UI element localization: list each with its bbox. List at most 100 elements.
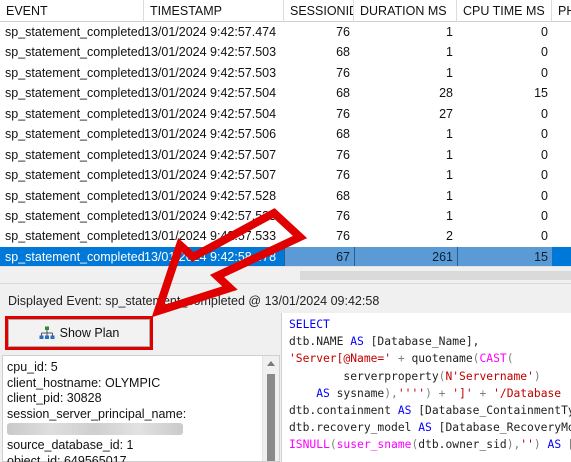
sql-token: dtb.NAME — [289, 335, 351, 349]
column-header-cpu-time[interactable]: CPU TIME MS — [457, 0, 552, 22]
cell-timestamp: 13/01/2024 9:42:57.533 — [144, 229, 277, 244]
sql-token: N'Servername' — [445, 369, 534, 383]
cell-duration: 1 — [446, 208, 453, 223]
cell-sessionid: 76 — [336, 25, 350, 39]
show-plan-button[interactable]: Show Plan — [8, 319, 150, 347]
property-line: session_server_principal_name: — [7, 406, 187, 421]
grid-rows: sp_statement_completed 13/01/2024 9:42:57… — [0, 22, 571, 266]
cell-sessionid: 68 — [336, 188, 350, 203]
show-plan-label: Show Plan — [59, 326, 120, 340]
cell-duration: 27 — [439, 106, 453, 121]
displayed-event-label: Displayed Event: sp_statement_completed … — [8, 294, 380, 308]
column-header-timestamp[interactable]: TIMESTAMP — [144, 0, 284, 22]
table-row[interactable]: sp_statement_completed 13/01/2024 9:42:57… — [0, 83, 571, 103]
sql-token: SELECT — [289, 318, 330, 331]
cell-event: sp_statement_completed — [5, 45, 144, 60]
sql-token: AS — [350, 335, 364, 349]
cell-timestamp: 13/01/2024 9:42:58.478 — [144, 249, 277, 264]
property-line: client_hostname: OLYMPIC — [7, 375, 161, 390]
sql-token: '' — [520, 438, 534, 452]
cell-cpu-time: 0 — [541, 168, 548, 183]
table-row[interactable]: sp_statement_completed 13/01/2024 9:42:57… — [0, 22, 571, 42]
cell-duration: 261 — [354, 246, 457, 266]
cell-cpu-time: 15 — [457, 246, 552, 266]
cell-timestamp: 13/01/2024 9:42:57.528 — [144, 188, 277, 203]
cell-sessionid: 67 — [284, 246, 354, 266]
sql-token: + — [472, 386, 494, 400]
column-header-sessionid[interactable]: SESSIONID — [284, 0, 354, 22]
cell-sessionid: 76 — [336, 229, 350, 244]
cell-timestamp: 13/01/2024 9:42:57.507 — [144, 168, 277, 183]
table-row-selected[interactable]: sp_statement_completed 13/01/2024 9:42:58… — [0, 246, 571, 266]
cell-cpu-time: 15 — [534, 86, 548, 101]
cell-duration: 1 — [446, 127, 453, 142]
sql-token: '''' — [397, 386, 426, 400]
scrollbar-thumb[interactable] — [267, 374, 275, 461]
sql-token: ), — [384, 386, 398, 400]
sql-token: serverproperty — [289, 369, 439, 383]
table-row[interactable]: sp_statement_completed 13/01/2024 9:42:57… — [0, 42, 571, 62]
column-header-event[interactable]: EVENT — [0, 0, 144, 22]
sql-token: [Database_Name], — [363, 335, 480, 349]
sql-line: dtb.containment AS [Database_Containment… — [289, 402, 571, 419]
cell-timestamp: 13/01/2024 9:42:57.507 — [144, 147, 277, 162]
sql-line: dtb.recovery_model AS [Database_Recovery… — [289, 419, 571, 436]
sql-token: dtb.owner_sid — [418, 438, 507, 452]
cell-event: sp_statement_completed — [5, 86, 144, 101]
cell-timestamp: 13/01/2024 9:42:57.504 — [144, 86, 277, 101]
sql-line: SELECT — [289, 316, 330, 333]
sql-token: [Database_RecoveryMod — [431, 421, 571, 435]
table-row[interactable]: sp_statement_completed 13/01/2024 9:42:57… — [0, 145, 571, 165]
sql-token: AS — [547, 438, 562, 452]
sql-token: dtb.containment — [289, 404, 398, 417]
sql-text-pane[interactable]: SELECT dtb.NAME AS [Database_Name], 'Serve… — [281, 313, 571, 462]
column-header-duration[interactable]: DURATION MS — [354, 0, 457, 22]
events-grid[interactable]: EVENT TIMESTAMP SESSIONID DURATION MS CP… — [0, 0, 571, 266]
cell-duration: 1 — [446, 147, 453, 162]
property-line: object_id: 649565017 — [7, 453, 127, 462]
cell-event: sp_statement_completed — [5, 25, 144, 39]
scrollbar-thumb[interactable] — [300, 271, 571, 280]
table-row[interactable]: sp_statement_completed 13/01/2024 9:42:57… — [0, 226, 571, 246]
cell-duration: 1 — [446, 188, 453, 203]
cell-cpu-time: 0 — [541, 65, 548, 80]
cell-cpu-time: 0 — [541, 45, 548, 60]
table-row[interactable]: sp_statement_completed 13/01/2024 9:42:57… — [0, 124, 571, 144]
table-row[interactable]: sp_statement_completed 13/01/2024 9:42:57… — [0, 206, 571, 226]
sql-token: ( — [506, 352, 514, 366]
sql-token: + — [391, 352, 412, 366]
cell-sessionid: 76 — [336, 147, 350, 162]
cell-event: sp_statement_completed — [5, 65, 144, 80]
cell-cpu-time: 0 — [541, 188, 548, 203]
cell-cpu-time: 0 — [541, 229, 548, 244]
table-row[interactable]: sp_statement_completed 13/01/2024 9:42:57… — [0, 104, 571, 124]
sql-token: AS — [418, 421, 432, 435]
cell-sessionid: 76 — [336, 106, 350, 121]
cell-cpu-time: 0 — [541, 106, 548, 121]
sql-token: suser_sname — [336, 438, 412, 452]
table-row[interactable]: sp_statement_completed 13/01/2024 9:42:57… — [0, 165, 571, 185]
redacted-principal-name — [7, 421, 257, 437]
cell-event: sp_statement_completed — [5, 249, 144, 264]
cell-timestamp: 13/01/2024 9:42:57.504 — [144, 106, 277, 121]
cell-event: sp_statement_completed — [5, 106, 144, 121]
cell-sessionid: 68 — [336, 127, 350, 142]
cell-sessionid: 76 — [336, 168, 350, 183]
property-line: cpu_id: 5 — [7, 360, 58, 374]
cell-cpu-time: 0 — [541, 147, 548, 162]
table-row[interactable]: sp_statement_completed 13/01/2024 9:42:57… — [0, 186, 571, 206]
property-line: source_database_id: 1 — [7, 438, 134, 452]
column-header-physical-reads[interactable]: PH — [552, 0, 571, 22]
table-row[interactable]: sp_statement_completed 13/01/2024 9:42:57… — [0, 63, 571, 83]
grid-horizontal-scrollbar[interactable] — [0, 266, 571, 283]
scroll-up-arrow-icon[interactable] — [267, 361, 275, 366]
grid-header: EVENT TIMESTAMP SESSIONID DURATION MS CP… — [0, 0, 571, 22]
sql-token: ) — [533, 369, 541, 383]
properties-vertical-scrollbar[interactable] — [262, 356, 279, 461]
sql-token: CAST — [479, 352, 507, 366]
sql-token: ']' — [452, 386, 473, 400]
sql-line: dtb.NAME AS [Database_Name], — [289, 333, 479, 350]
event-properties-list[interactable]: cpu_id: 5 client_hostname: OLYMPIC client_… — [2, 355, 280, 462]
sql-line: AS sysname),'''') + ']' + '/Database — [289, 385, 561, 402]
status-bar: Displayed Event: sp_statement_completed … — [0, 283, 571, 313]
